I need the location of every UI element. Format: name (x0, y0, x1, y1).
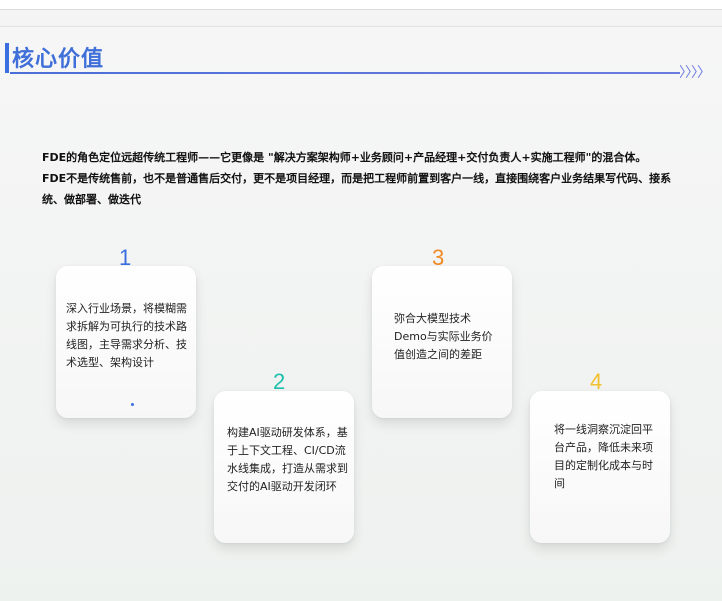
intro-paragraph: FDE的角色定位远超传统工程师——它更像是 "解决方案架构师+业务顾问+产品经理… (42, 147, 692, 210)
card-2-text: 构建AI驱动研发体系，基于上下文工程、CI/CD流水线集成，打造从需求到交付的A… (227, 426, 348, 493)
intro-line-2: FDE不是传统售前，也不是普通售后交付，更不是项目经理，而是把工程师前置到客户一… (42, 172, 672, 206)
decorative-dot (131, 403, 134, 406)
title-accent-bar (5, 43, 9, 73)
title-underline (10, 72, 680, 74)
card-1: 深入行业场景，将模糊需求拆解为可执行的技术路线图，主导需求分析、技术选型、架构设… (56, 266, 196, 418)
intro-line-1: FDE的角色定位远超传统工程师——它更像是 "解决方案架构师+业务顾问+产品经理… (42, 151, 647, 164)
top-strip (0, 0, 722, 10)
chevron-right-icon: 〉〉〉〉 (679, 65, 711, 81)
card-3: 弥合大模型技术Demo与实际业务价值创造之间的差距 (372, 266, 512, 418)
card-4: 将一线洞察沉淀回平台产品，降低未来项目的定制化成本与时间 (530, 391, 670, 543)
section-title: 核心价值 (12, 47, 105, 72)
card-4-text: 将一线洞察沉淀回平台产品，降低未来项目的定制化成本与时间 (554, 423, 653, 490)
card-1-text: 深入行业场景，将模糊需求拆解为可执行的技术路线图，主导需求分析、技术选型、架构设… (66, 302, 187, 369)
card-3-text: 弥合大模型技术Demo与实际业务价值创造之间的差距 (394, 312, 493, 361)
card-2: 构建AI驱动研发体系，基于上下文工程、CI/CD流水线集成，打造从需求到交付的A… (214, 391, 354, 543)
